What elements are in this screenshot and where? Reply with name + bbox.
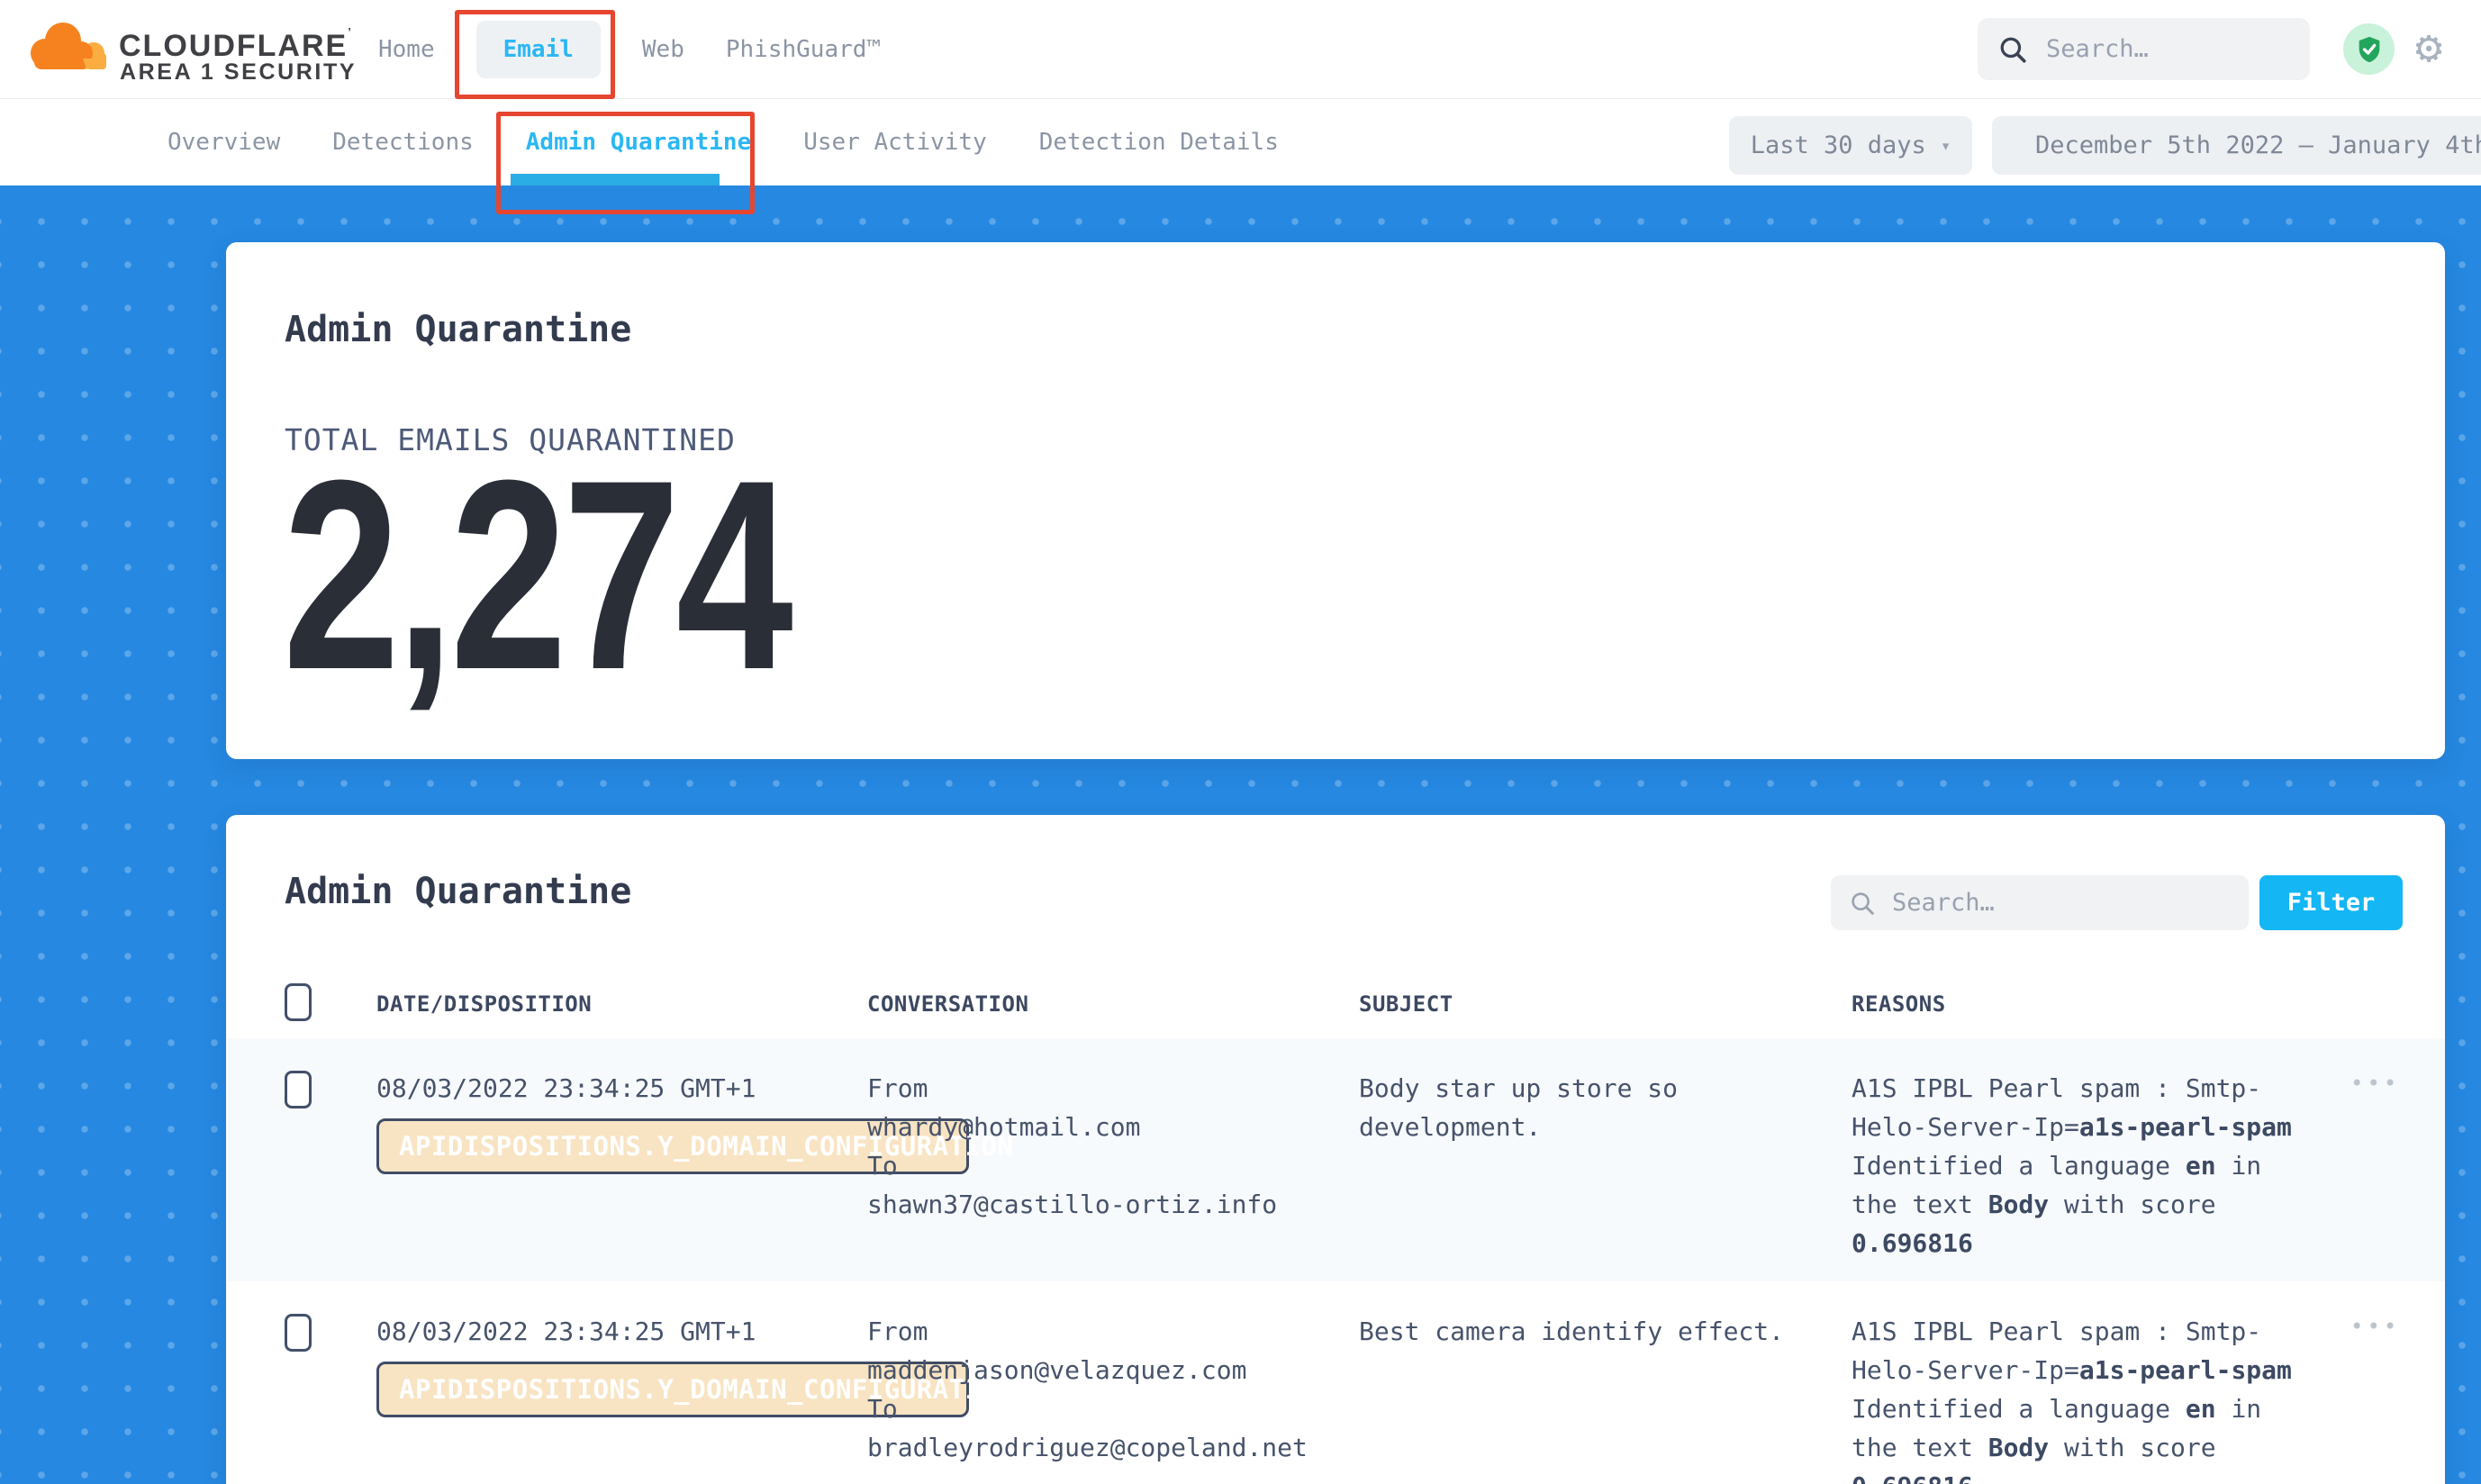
- metric-value: 2,274: [283, 439, 789, 710]
- column-header-reasons: REASONS: [1852, 991, 2350, 1017]
- table-row[interactable]: 08/03/2022 23:34:25 GMT+1 APIDISPOSITION…: [226, 1281, 2445, 1484]
- date-range-value[interactable]: December 5th 2022 — January 4th 2023: [1992, 116, 2481, 175]
- search-icon: [1997, 34, 2028, 65]
- from-label: From: [867, 1312, 1359, 1351]
- reasons-text: A1S IPBL Pearl spam : Smtp-Helo-Server-I…: [1852, 1312, 2306, 1484]
- trademark-mark: ’: [348, 25, 351, 39]
- from-label: From: [867, 1069, 1359, 1108]
- summary-card: Admin Quarantine TOTAL EMAILS QUARANTINE…: [226, 242, 2445, 759]
- top-bar: CLOUDFLARE’ AREA 1 SECURITY Home Email W…: [0, 0, 2481, 99]
- to-address: shawn37@castillo-ortiz.info: [867, 1185, 1359, 1224]
- primary-nav: Home Email Web PhishGuard™: [378, 0, 881, 98]
- date-range-text: December 5th 2022 — January 4th 2023: [2035, 131, 2481, 159]
- to-address: bradleyrodriguez@copeland.net: [867, 1428, 1359, 1467]
- row-checkbox[interactable]: [285, 1071, 312, 1108]
- row-date: 08/03/2022 23:34:25 GMT+1: [376, 1069, 867, 1108]
- summary-card-title: Admin Quarantine: [285, 309, 631, 350]
- filter-button[interactable]: Filter: [2259, 875, 2403, 930]
- to-label: To: [867, 1389, 1359, 1428]
- table-header-row: DATE/DISPOSITION CONVERSATION SUBJECT RE…: [226, 970, 2445, 1038]
- protection-status-button[interactable]: [2343, 23, 2395, 75]
- global-search[interactable]: [1978, 18, 2310, 80]
- table-body: 08/03/2022 23:34:25 GMT+1 APIDISPOSITION…: [226, 1038, 2445, 1484]
- settings-gear-icon[interactable]: ⚙: [2415, 20, 2442, 74]
- nav-item-web[interactable]: Web: [642, 36, 684, 63]
- email-section-nav: Overview Detections Admin Quarantine Use…: [0, 99, 2481, 186]
- section-tabs: Overview Detections Admin Quarantine Use…: [168, 99, 1279, 186]
- quarantine-table-card: Admin Quarantine Filter DATE/DISPOSITION…: [226, 815, 2445, 1484]
- from-address: maddenjason@velazquez.com: [867, 1351, 1359, 1389]
- conversation-cell: From maddenjason@velazquez.com To bradle…: [867, 1281, 1359, 1484]
- table-search-input[interactable]: [1890, 888, 2227, 918]
- date-range-dropdown-label: Last 30 days: [1751, 131, 1926, 159]
- tab-detections[interactable]: Detections: [332, 129, 474, 156]
- chevron-down-icon: ▾: [1941, 136, 1951, 156]
- brand-wordmark: CLOUDFLARE’: [119, 25, 351, 64]
- main-content: Admin Quarantine TOTAL EMAILS QUARANTINE…: [0, 186, 2481, 1484]
- tab-user-activity[interactable]: User Activity: [803, 129, 987, 156]
- row-checkbox[interactable]: [285, 1314, 312, 1352]
- subject-text: Body star up store so development.: [1359, 1069, 1827, 1146]
- conversation-cell: From whardy@hotmail.com To shawn37@casti…: [867, 1038, 1359, 1281]
- row-actions-menu-icon[interactable]: •••: [2350, 1071, 2400, 1096]
- nav-item-home[interactable]: Home: [378, 36, 435, 63]
- table-search[interactable]: [1831, 875, 2249, 930]
- tab-detection-details[interactable]: Detection Details: [1039, 129, 1279, 156]
- from-address: whardy@hotmail.com: [867, 1108, 1359, 1146]
- column-header-subject: SUBJECT: [1359, 991, 1852, 1017]
- to-label: To: [867, 1146, 1359, 1185]
- cloudflare-logo-icon: [23, 12, 113, 84]
- active-tab-indicator: [511, 174, 720, 186]
- brand-subtitle: AREA 1 SECURITY: [120, 59, 357, 86]
- shield-check-icon: [2354, 34, 2385, 65]
- nav-item-email[interactable]: Email: [476, 21, 601, 78]
- reasons-text: A1S IPBL Pearl spam : Smtp-Helo-Server-I…: [1852, 1069, 2306, 1262]
- table-card-title: Admin Quarantine: [285, 871, 631, 912]
- nav-item-phishguard[interactable]: PhishGuard™: [726, 36, 881, 63]
- tab-admin-quarantine[interactable]: Admin Quarantine: [526, 129, 751, 156]
- global-search-input[interactable]: [2044, 34, 2300, 64]
- subject-text: Best camera identify effect.: [1359, 1312, 1827, 1351]
- search-icon: [1849, 890, 1876, 917]
- row-actions-menu-icon[interactable]: •••: [2350, 1314, 2400, 1339]
- column-header-conversation: CONVERSATION: [867, 991, 1359, 1017]
- table-row[interactable]: 08/03/2022 23:34:25 GMT+1 APIDISPOSITION…: [226, 1038, 2445, 1281]
- row-date: 08/03/2022 23:34:25 GMT+1: [376, 1312, 867, 1351]
- select-all-checkbox[interactable]: [285, 983, 312, 1021]
- tab-overview[interactable]: Overview: [168, 129, 280, 156]
- column-header-date: DATE/DISPOSITION: [376, 991, 867, 1017]
- date-range-dropdown[interactable]: Last 30 days ▾: [1729, 116, 1972, 175]
